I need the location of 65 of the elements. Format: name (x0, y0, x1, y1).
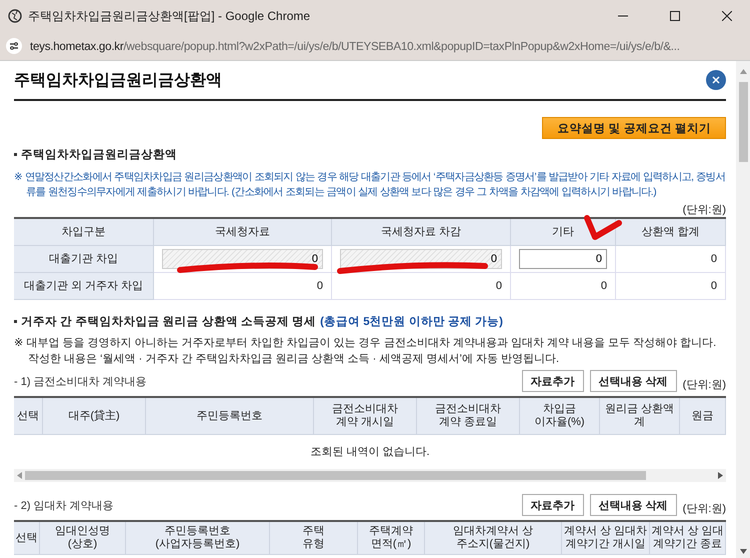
column-header: 금전소비대차 계약 개시일 (314, 398, 417, 435)
note-text: 작성한 내용은 ‘월세액 · 거주자 간 주택임차차입금 원리금 상환액 소득 · 세액공제 명세서’에 자동 반영됩니다. (27, 352, 560, 367)
scroll-right-icon[interactable] (718, 472, 723, 479)
window-title: 주택임차차입금원리금상환액[팝업] - Google Chrome (28, 8, 312, 24)
column-header: 국세청자료 차감 (332, 219, 511, 246)
column-header: 주택 유형 (270, 522, 358, 555)
delete-selected-button[interactable]: 선택내용 삭제 (590, 494, 677, 516)
amount-cell: 0 (710, 280, 717, 292)
column-header: 주민등록번호 (146, 398, 314, 435)
column-header: 차입금 이자율(%) (520, 398, 600, 435)
delete-selected-button[interactable]: 선택내용 삭제 (590, 370, 677, 392)
column-header: 선택 (14, 398, 43, 435)
subsection-label: - 1) 금전소비대차 계약내용 (14, 374, 148, 388)
unit-label: (단위:원) (682, 502, 726, 516)
column-header: 선택 (14, 522, 40, 555)
amount-cell: 0 (316, 280, 323, 292)
scroll-left-icon[interactable] (17, 472, 22, 479)
scrollbar-thumb[interactable] (25, 471, 646, 480)
add-data-button[interactable]: 자료추가 (522, 494, 584, 516)
amount-cell: 0 (600, 280, 607, 292)
column-header: 기타 (511, 219, 616, 246)
column-header: 대주(貸主) (43, 398, 146, 435)
unit-label: (단위:원) (682, 203, 726, 217)
amount-field[interactable]: 0 (519, 249, 607, 269)
add-data-button[interactable]: 자료추가 (522, 370, 584, 392)
column-header: 임대차계약서 상 주소지(물건지) (425, 522, 562, 555)
expand-summary-button[interactable]: 요약설명 및 공제요건 펼치기 (542, 117, 726, 139)
column-header: 국세청자료 (154, 219, 332, 246)
section-note: (총급여 5천만원 이하만 공제 가능) (320, 315, 504, 329)
vertical-scrollbar[interactable] (736, 61, 750, 558)
close-icon (722, 11, 732, 21)
column-header: 임대인성명 (상호) (40, 522, 126, 555)
section-title: 주택임차차입금원리금상환액 (21, 148, 177, 162)
site-settings-icon[interactable] (6, 38, 22, 54)
column-header: 상환액 합계 (616, 219, 726, 246)
row-header: 대출기관 차입 (14, 246, 154, 273)
popup-title: 주택임차차입금원리금상환액 (14, 70, 222, 90)
column-header: 주민등록번호 (사업자등록번호) (126, 522, 270, 555)
amount-cell: 0 (710, 253, 717, 265)
column-header: 원금 (680, 398, 726, 435)
subsection-label: - 2) 임대차 계약내용 (14, 498, 115, 512)
scroll-up-icon[interactable] (740, 69, 746, 74)
row-header: 대출기관 외 거주자 차입 (14, 273, 154, 300)
column-header: 주택계약 면적(㎡) (358, 522, 425, 555)
horizontal-scrollbar[interactable] (14, 469, 726, 482)
globe-icon (8, 9, 22, 23)
scroll-down-icon[interactable] (740, 549, 746, 554)
bullet-icon (14, 153, 17, 156)
column-header: 계약서 상 임대 계약기간 종료 (650, 522, 726, 555)
close-icon (712, 76, 720, 84)
column-header: 금전소비대차 계약 종료일 (417, 398, 520, 435)
close-button[interactable] (706, 70, 726, 90)
bullet-icon (14, 320, 17, 323)
amount-cell: 0 (496, 280, 502, 292)
notice-text: ※ 연말정산간소화에서 주택임차차입금 원리금상환액이 조회되지 않는 경우 해당 대출기관 등에서 ‘주택자금상환등 증명서’를 발급받아 기타 자료에 입력하시고, 증빙서류를 원천징수의무자에게 제출하시기 바랍니다. (간소화에서 조회되는 금액이 실제 상환액 보다 많은 경우 그 차액을 차감액에 입력하시기 바랍니다.) (14, 170, 726, 200)
note-text: ※ 대부업 등을 경영하지 아니하는 거주자로부터 차입한 차입금이 있는 경우 금전소비대차 계약내용과 임대차 계약 내용을 모두 작성해야 합니다. (14, 336, 718, 351)
column-header: 원리금 상환액 계 (600, 398, 680, 435)
section-title: 거주자 간 주택임차차입금 원리금 상환액 소득공제 명세 (21, 315, 316, 329)
unit-label: (단위:원) (682, 378, 726, 392)
column-header: 차입구분 (14, 219, 154, 246)
empty-message: 조회된 내역이 없습니다. (309, 444, 431, 460)
column-header: 계약서 상 임대차 계약기간 개시일 (562, 522, 650, 555)
scrollbar-thumb[interactable] (738, 82, 748, 162)
checkmark-drawing (583, 215, 623, 241)
maximize-icon (670, 11, 680, 21)
